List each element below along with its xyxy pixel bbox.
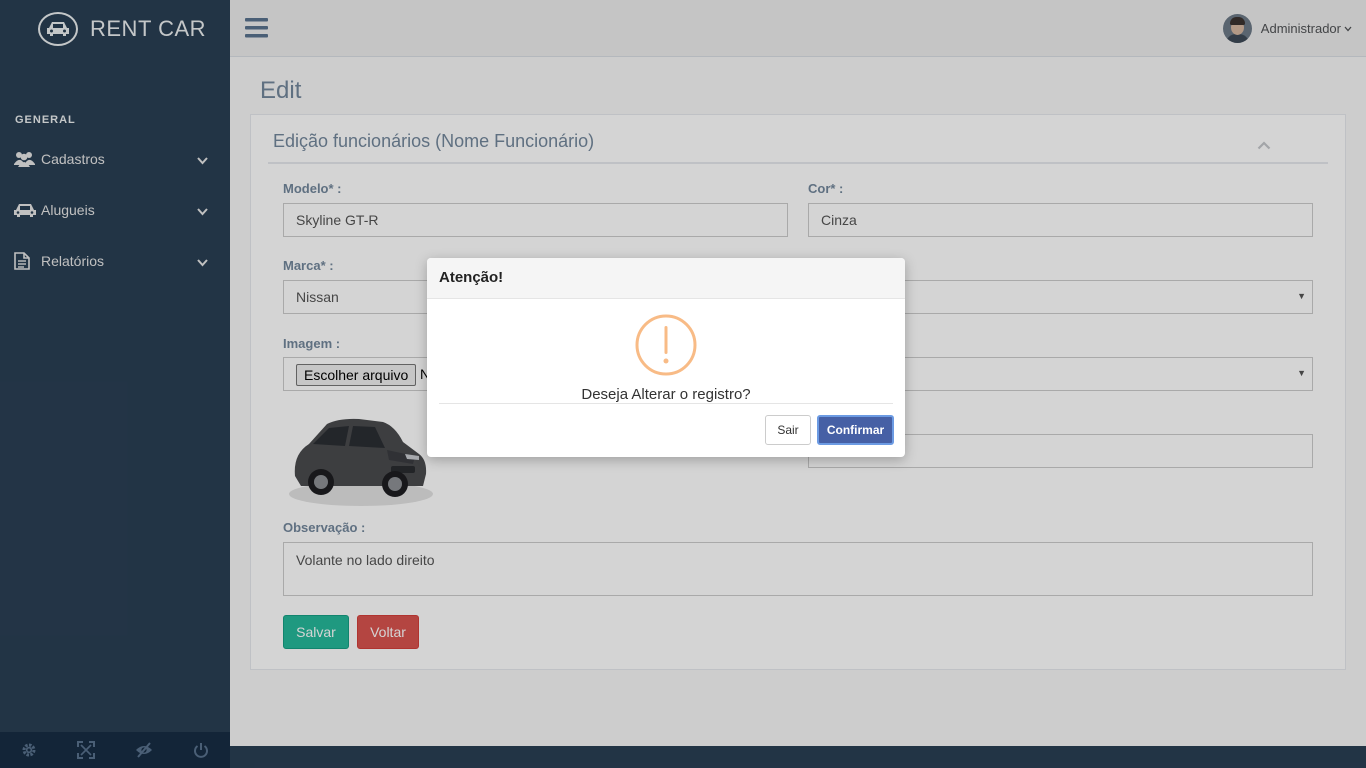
modal-title: Atenção! bbox=[439, 269, 504, 286]
modal-divider bbox=[439, 403, 893, 404]
warning-icon bbox=[635, 314, 697, 376]
modal-header: Atenção! bbox=[427, 258, 905, 299]
confirm-dialog: Atenção! Deseja Alterar o registro? Sair… bbox=[427, 258, 905, 457]
confirm-button[interactable]: Confirmar bbox=[817, 415, 894, 445]
modal-message: Deseja Alterar o registro? bbox=[581, 386, 751, 403]
exit-button[interactable]: Sair bbox=[765, 415, 811, 445]
